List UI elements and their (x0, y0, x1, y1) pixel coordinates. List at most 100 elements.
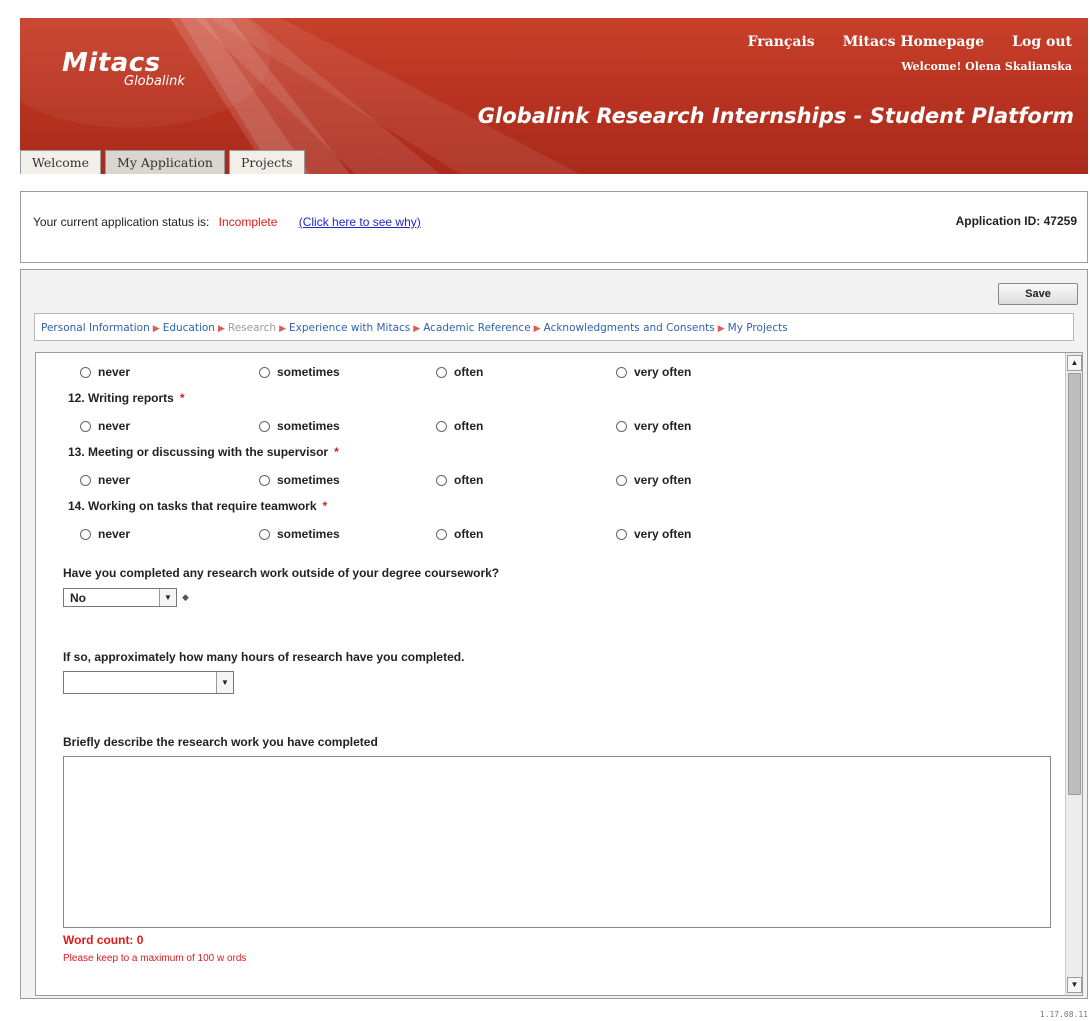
question-number: 13. (68, 445, 85, 459)
radio-often[interactable]: often (436, 419, 483, 433)
radio-sometimes[interactable]: sometimes (259, 527, 340, 541)
radio-circle-icon[interactable] (616, 528, 627, 540)
radio-circle-icon[interactable] (80, 474, 91, 486)
radio-circle-icon[interactable] (259, 528, 270, 540)
platform-title: Globalink Research Internships - Student… (477, 104, 1074, 128)
scroll-up-icon[interactable]: ▲ (1067, 355, 1082, 371)
word-count: Word count: 0 (63, 933, 144, 947)
radio-circle-icon[interactable] (259, 366, 270, 378)
radio-often[interactable]: often (436, 527, 483, 541)
tab-welcome[interactable]: Welcome (20, 150, 102, 174)
radio-label: sometimes (277, 527, 340, 541)
tab-projects[interactable]: Projects (228, 150, 305, 174)
radio-sometimes[interactable]: sometimes (259, 365, 340, 379)
radio-circle-icon[interactable] (436, 528, 447, 540)
crumb-arrow-icon: ▶ (413, 324, 421, 334)
application-id-value: 47259 (1043, 214, 1077, 228)
radio-never[interactable]: never (80, 365, 130, 379)
radio-circle-icon[interactable] (259, 420, 270, 432)
radio-circle-icon[interactable] (259, 474, 270, 486)
scrollbar-thumb[interactable] (1068, 373, 1081, 795)
radio-never[interactable]: never (80, 473, 130, 487)
question-text: Meeting or discussing with the superviso… (88, 445, 329, 459)
crumb-acknowledgments-and-consents[interactable]: Acknowledgments and Consents (544, 322, 715, 334)
question-number: 12. (68, 391, 85, 405)
crumb-arrow-icon: ▶ (217, 324, 225, 334)
radio-label: very often (634, 473, 692, 487)
crumb-academic-reference[interactable]: Academic Reference (423, 322, 530, 334)
application-id: Application ID: 47259 (956, 214, 1077, 228)
radio-circle-icon[interactable] (616, 366, 627, 378)
form-scroll-area[interactable]: never sometimes often very often 12. Wri… (35, 352, 1083, 996)
radio-circle-icon[interactable] (80, 420, 91, 432)
radio-circle-icon[interactable] (616, 474, 627, 486)
application-form-panel: Save Personal Information ▶ Education ▶ Rese… (20, 269, 1088, 999)
question-13: 13. Meeting or discussing with the super… (68, 445, 339, 459)
link-francais[interactable]: Français (748, 34, 815, 50)
radio-very-often[interactable]: very often (616, 365, 691, 379)
tab-my-application[interactable]: My Application (105, 150, 225, 174)
form-scrollbar[interactable]: ▲ ▼ (1065, 353, 1082, 995)
radio-label: never (98, 419, 131, 433)
save-button[interactable]: Save (998, 283, 1078, 305)
research-outside-select[interactable]: No ▼ (63, 588, 177, 607)
radio-label: never (98, 473, 131, 487)
chevron-down-icon[interactable]: ▼ (159, 589, 176, 606)
radio-circle-icon[interactable] (80, 366, 91, 378)
question-number: 14. (68, 499, 85, 513)
application-status-panel: Your current application status is: Inco… (20, 191, 1088, 263)
radio-very-often[interactable]: very often (616, 473, 691, 487)
status-value: Incomplete (218, 215, 278, 229)
link-log-out[interactable]: Log out (1012, 34, 1072, 50)
radio-never[interactable]: never (80, 527, 130, 541)
site-header: Mitacs Globalink Français Mitacs Homepag… (20, 18, 1088, 174)
crumb-arrow-icon: ▶ (152, 324, 160, 334)
field-marker-icon: ◆ (182, 592, 189, 602)
research-outside-question: Have you completed any research work out… (63, 566, 500, 580)
welcome-message: Welcome! Olena Skalianska (901, 60, 1072, 73)
radio-sometimes[interactable]: sometimes (259, 419, 340, 433)
radio-label: often (454, 527, 484, 541)
radio-circle-icon[interactable] (616, 420, 627, 432)
breadcrumb: Personal Information ▶ Education ▶ Research ▶… (34, 313, 1074, 341)
crumb-my-projects[interactable]: My Projects (728, 322, 788, 334)
question-12: 12. Writing reports * (68, 391, 184, 405)
radio-label: sometimes (277, 419, 340, 433)
radio-label: never (98, 527, 131, 541)
radio-label: very often (634, 365, 692, 379)
radio-label: often (454, 419, 484, 433)
crumb-personal-information[interactable]: Personal Information (41, 322, 150, 334)
radio-circle-icon[interactable] (436, 420, 447, 432)
link-mitacs-homepage[interactable]: Mitacs Homepage (843, 34, 984, 50)
crumb-education[interactable]: Education (163, 322, 215, 334)
mitacs-logo[interactable]: Mitacs Globalink (62, 48, 185, 89)
radio-label: sometimes (277, 365, 340, 379)
radio-sometimes[interactable]: sometimes (259, 473, 340, 487)
crumb-research[interactable]: Research (228, 322, 276, 334)
chevron-down-icon[interactable]: ▼ (216, 672, 233, 693)
research-hours-select[interactable]: ▼ (63, 671, 234, 694)
radio-very-often[interactable]: very often (616, 419, 691, 433)
see-why-link[interactable]: (Click here to see why) (299, 215, 421, 229)
radio-often[interactable]: often (436, 473, 483, 487)
scroll-down-icon[interactable]: ▼ (1067, 977, 1082, 993)
status-label: Your current application status is: (33, 215, 210, 229)
crumb-arrow-icon: ▶ (717, 324, 725, 334)
radio-very-often[interactable]: very often (616, 527, 691, 541)
required-marker: * (322, 499, 328, 513)
research-hours-question: If so, approximately how many hours of r… (63, 650, 465, 664)
radio-circle-icon[interactable] (436, 474, 447, 486)
radio-circle-icon[interactable] (436, 366, 447, 378)
version-label: 1.17.08.11 (1039, 1010, 1088, 1019)
status-line: Your current application status is: Inco… (33, 215, 421, 229)
required-marker: * (179, 391, 185, 405)
radio-circle-icon[interactable] (80, 528, 91, 540)
application-id-label: Application ID: (955, 214, 1041, 228)
radio-label: never (98, 365, 131, 379)
crumb-experience-with-mitacs[interactable]: Experience with Mitacs (289, 322, 410, 334)
crumb-arrow-icon: ▶ (533, 324, 541, 334)
radio-never[interactable]: never (80, 419, 130, 433)
radio-often[interactable]: often (436, 365, 483, 379)
required-marker: * (334, 445, 339, 459)
research-description-textarea[interactable] (63, 756, 1051, 928)
